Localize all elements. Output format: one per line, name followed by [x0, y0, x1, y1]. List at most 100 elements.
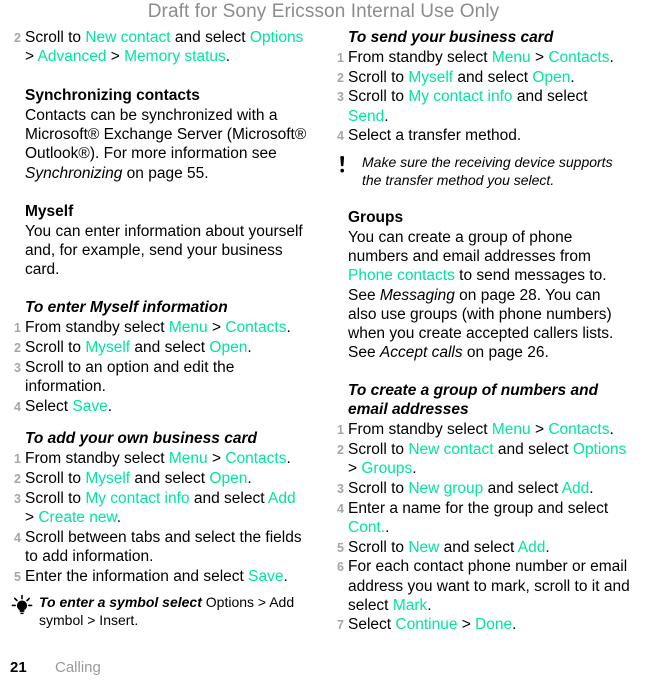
step-text-part: and select [439, 538, 518, 556]
ui-term: New [408, 538, 440, 556]
ui-term: Advanced [37, 48, 107, 66]
list-item: 2 Scroll to New contact and select Option… [10, 28, 307, 66]
list-item: 3 Scroll to My contact info and select Ad… [10, 489, 307, 527]
step-number: 5 [337, 540, 344, 555]
step-text-part: and select [189, 489, 268, 507]
step-text-part: and select [493, 441, 573, 459]
step-text: From standby select Menu > Contacts. [25, 319, 291, 336]
step-text-part: > [207, 319, 226, 337]
ui-term: Add [517, 538, 546, 556]
step-number: 1 [337, 423, 344, 438]
paragraph-myself: You can enter information about yourself… [25, 222, 303, 279]
step-text: Scroll to an option and edit the informa… [25, 359, 234, 395]
paragraph-part: Contacts can be synchronized with a Micr… [25, 106, 307, 163]
step-text-part: . [570, 68, 575, 86]
tip-lead: To enter a symbol select [39, 594, 202, 611]
ui-term: Memory status [124, 48, 226, 66]
step-number: 3 [337, 90, 344, 105]
ui-term: My contact info [85, 489, 190, 507]
step-text-part: and select [453, 68, 533, 86]
step-text-part: Scroll to an option and edit the informa… [25, 358, 235, 395]
draft-notice-header: Draft for Sony Ericsson Internal Use Onl… [147, 1, 500, 22]
step-text-part: From standby select [25, 450, 169, 468]
ui-term: Options [572, 441, 627, 459]
page-footer: 21 Calling [10, 659, 310, 677]
ui-term: Cont. [348, 518, 386, 536]
ui-term: Send [348, 107, 385, 125]
left-column: 2 Scroll to New contact and select Option… [10, 28, 307, 629]
step-text-part: Scroll to [25, 339, 86, 357]
tip-callout: To enter a symbol select Options > Add s… [10, 593, 307, 629]
footer-chapter-name: Calling [55, 659, 101, 676]
step-text-part: . [545, 538, 550, 556]
ui-term: Contacts [548, 49, 610, 66]
list-item: 2 Scroll to Myself and select Open. [333, 68, 630, 87]
procedure-title-create-group: To create a group of numbers and email a… [348, 382, 599, 419]
step-text-part: From standby select [348, 49, 492, 66]
ui-term: Mark [392, 596, 428, 614]
list-item: 1 From standby select Menu > Contacts. [333, 420, 630, 439]
step-text-part: . [609, 49, 614, 66]
step-text: For each contact phone number or email a… [348, 558, 630, 613]
exclamation-note-icon [333, 154, 357, 178]
step-number: 3 [337, 482, 344, 497]
step-text-part: and select [483, 480, 562, 498]
list-item: 2 Scroll to New contact and select Option… [333, 440, 630, 478]
procedure-steps-create-group: 1 From standby select Menu > Contacts. 2 Sc… [333, 420, 630, 634]
step-text: Enter a name for the group and select Co… [348, 500, 608, 536]
ui-term: Myself [85, 339, 131, 357]
step-text-part: From standby select [348, 421, 492, 439]
list-item: 1 From standby select Menu > Contacts. [10, 449, 307, 468]
step-number: 4 [14, 399, 21, 414]
step-text-part: Scroll to [25, 489, 86, 507]
list-item: 3 Scroll to My contact info and select Se… [333, 87, 630, 125]
heading-myself: Myself [25, 202, 74, 220]
step-text: From standby select Menu > Contacts. [348, 49, 614, 66]
ui-term: Groups [361, 460, 413, 478]
paragraph-groups: You can create a group of phone numbers … [348, 228, 630, 362]
step-text-part: Scroll to [25, 29, 86, 46]
list-item: 3 Scroll to an option and edit the inform… [10, 358, 307, 396]
step-text: From standby select Menu > Contacts. [348, 421, 614, 438]
step-text: Scroll between tabs and select the field… [25, 529, 302, 565]
step-text: From standby select Menu > Contacts. [25, 450, 291, 467]
step-text: Scroll to Myself and select Open. [25, 470, 252, 487]
ui-term: Myself [408, 68, 454, 86]
continued-step-list: 2 Scroll to New contact and select Option… [10, 28, 307, 66]
footer-page-number: 21 [10, 659, 27, 676]
step-text-part: Scroll between tabs and select the field… [25, 528, 302, 565]
step-text-part: . [384, 107, 389, 125]
ui-term: Myself [85, 470, 131, 488]
step-number: 6 [337, 560, 344, 575]
step-text-part: Enter a name for the group and select [348, 499, 609, 517]
lightbulb-tip-icon [10, 594, 34, 618]
step-number: 7 [337, 618, 344, 633]
step-number: 2 [337, 70, 344, 85]
step-text-part: and select [130, 470, 210, 488]
list-item: 1 From standby select Menu > Contacts. [10, 318, 307, 337]
ui-term: Create new [38, 508, 117, 526]
ui-term: Menu [491, 421, 531, 439]
heading-groups: Groups [348, 209, 404, 227]
ui-term: Contacts [548, 421, 610, 439]
ui-term: My contact info [408, 88, 513, 106]
step-number: 2 [337, 443, 344, 458]
ui-term: Add [267, 489, 296, 507]
step-number: 2 [14, 31, 21, 45]
step-number: 4 [14, 530, 21, 545]
note-callout: Make sure the receiving device supports … [333, 153, 630, 189]
step-text: Enter the information and select Save. [25, 568, 288, 585]
step-text-part: . [283, 567, 288, 585]
step-text-part: . [512, 616, 517, 634]
cross-reference-title: Messaging [379, 286, 455, 304]
step-text: Scroll to My contact info and select Add… [25, 490, 296, 526]
step-text-part: . [286, 450, 291, 468]
step-number: 5 [14, 569, 21, 584]
list-item: 2 Scroll to Myself and select Open. [10, 469, 307, 488]
step-number: 2 [14, 341, 21, 356]
